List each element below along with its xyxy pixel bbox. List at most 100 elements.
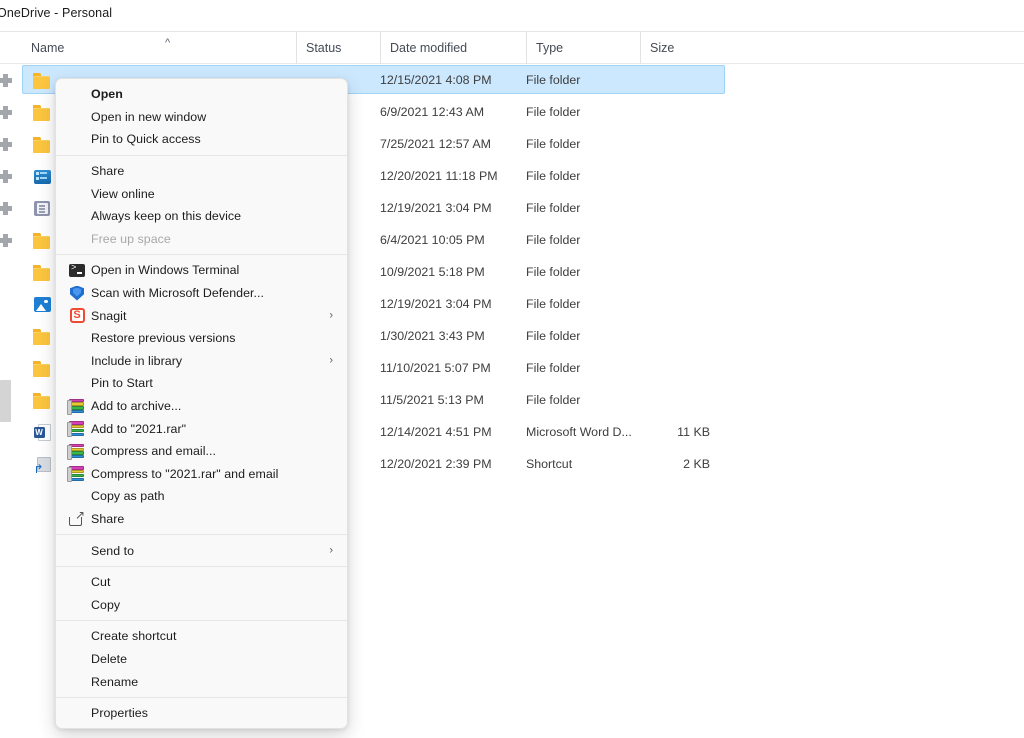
- breadcrumb-bar: OneDrive - Personal: [0, 0, 1024, 30]
- sync-status-icon: [0, 288, 16, 320]
- menu-item-delete[interactable]: Delete: [56, 648, 347, 671]
- file-icon-cell: [30, 64, 54, 96]
- menu-separator: [56, 254, 347, 256]
- file-type-cell: Microsoft Word D...: [526, 425, 632, 439]
- menu-item-icon: [68, 186, 86, 202]
- menu-item-include-in-library[interactable]: Include in library ›: [56, 350, 347, 373]
- column-header-status-label: Status: [306, 41, 342, 55]
- menu-item-view-online[interactable]: View online: [56, 182, 347, 205]
- menu-item-label: Compress to "2021.rar" and email: [91, 466, 279, 481]
- folder-icon: [33, 232, 51, 249]
- column-header-type[interactable]: Type: [526, 32, 640, 64]
- menu-item-add-to-2021rar[interactable]: Add to "2021.rar": [56, 417, 347, 440]
- menu-item-label: Pin to Quick access: [91, 132, 201, 147]
- menu-item-open-in-windows-terminal[interactable]: Open in Windows Terminal: [56, 259, 347, 282]
- menu-item-label: Open: [91, 87, 123, 102]
- menu-item-create-shortcut[interactable]: Create shortcut: [56, 625, 347, 648]
- menu-item-send-to[interactable]: Send to ›: [56, 539, 347, 562]
- column-header-type-label: Type: [536, 41, 564, 55]
- menu-item-label: View online: [91, 186, 155, 201]
- menu-item-icon: [68, 651, 86, 667]
- menu-item-cut[interactable]: Cut: [56, 571, 347, 594]
- winrar-icon: [67, 443, 85, 460]
- book-folder-icon: [34, 201, 50, 216]
- file-date-cell: 12/14/2021 4:51 PM: [380, 425, 492, 439]
- menu-item-icon: [67, 421, 86, 438]
- file-size-cell: [640, 192, 718, 224]
- menu-item-snagit[interactable]: S Snagit ›: [56, 304, 347, 327]
- shield-icon: [70, 285, 84, 301]
- menu-item-label: Add to archive...: [91, 399, 182, 414]
- menu-item-pin-to-start[interactable]: Pin to Start: [56, 372, 347, 395]
- menu-item-icon: [68, 543, 86, 559]
- menu-item-label: Share: [91, 164, 125, 179]
- menu-item-restore-previous-versions[interactable]: Restore previous versions: [56, 327, 347, 350]
- sync-status-icon: [0, 224, 16, 256]
- menu-item-label: Restore previous versions: [91, 331, 236, 346]
- menu-item-label: Open in new window: [91, 109, 207, 124]
- sync-status-icon: [0, 96, 16, 128]
- menu-item-copy-as-path[interactable]: Copy as path: [56, 485, 347, 508]
- menu-item-icon: [68, 488, 86, 504]
- menu-item-open[interactable]: Open: [56, 83, 347, 106]
- menu-item-label: Scan with Microsoft Defender...: [91, 286, 265, 301]
- file-size-cell: [640, 128, 718, 160]
- menu-item-copy[interactable]: Copy: [56, 593, 347, 616]
- menu-item-always-keep-on-this-device[interactable]: Always keep on this device: [56, 205, 347, 228]
- file-date-cell: 6/4/2021 10:05 PM: [380, 233, 485, 247]
- file-date-cell: 11/10/2021 5:07 PM: [380, 361, 491, 375]
- menu-item-label: Snagit: [91, 308, 127, 323]
- menu-item-icon: [67, 466, 86, 483]
- menu-item-icon: [68, 131, 86, 147]
- column-header-date-modified[interactable]: Date modified: [380, 32, 526, 64]
- menu-item-open-in-new-window[interactable]: Open in new window: [56, 106, 347, 129]
- folder-icon: [33, 360, 51, 377]
- sort-ascending-icon: ^: [165, 37, 171, 49]
- menu-item-icon: [68, 163, 86, 179]
- column-header-row: Name ^ Status Date modified Type Size: [0, 31, 1024, 64]
- file-explorer-window: OneDrive - Personal Name ^ Status Date m…: [0, 0, 1024, 738]
- column-header-name[interactable]: Name ^: [22, 32, 296, 64]
- share-icon: [69, 509, 85, 526]
- menu-item-label: Compress and email...: [91, 444, 217, 459]
- menu-item-compress-to-2021rar-and-email[interactable]: Compress to "2021.rar" and email: [56, 463, 347, 486]
- file-icon-cell: [30, 416, 54, 448]
- menu-item-label: Include in library: [91, 353, 183, 368]
- vertical-scrollbar-thumb[interactable]: [0, 380, 11, 422]
- menu-item-pin-to-quick-access[interactable]: Pin to Quick access: [56, 128, 347, 151]
- menu-item-rename[interactable]: Rename: [56, 670, 347, 693]
- menu-item-properties[interactable]: Properties: [56, 702, 347, 725]
- file-size-cell: [640, 96, 718, 128]
- file-icon-cell: [30, 352, 54, 384]
- menu-item-share[interactable]: Share: [56, 160, 347, 183]
- breadcrumb[interactable]: OneDrive - Personal: [0, 6, 112, 20]
- file-icon-cell: [30, 384, 54, 416]
- menu-item-label: Cut: [91, 575, 111, 590]
- sync-status-icon: [0, 128, 16, 160]
- menu-item-add-to-archive[interactable]: Add to archive...: [56, 395, 347, 418]
- menu-item-icon: S: [68, 308, 86, 324]
- winrar-icon: [67, 398, 85, 415]
- menu-separator: [56, 620, 347, 622]
- menu-item-icon: [68, 674, 86, 690]
- menu-item-compress-and-email[interactable]: Compress and email...: [56, 440, 347, 463]
- menu-item-icon: [67, 398, 86, 415]
- screen-folder-icon: [33, 169, 51, 184]
- column-header-size[interactable]: Size: [640, 32, 726, 64]
- menu-item-scan-with-microsoft-defender[interactable]: Scan with Microsoft Defender...: [56, 282, 347, 305]
- file-date-cell: 1/30/2021 3:43 PM: [380, 329, 485, 343]
- file-size-cell: [640, 320, 718, 352]
- file-type-cell: File folder: [526, 73, 581, 87]
- folder-icon: [33, 104, 51, 121]
- folder-icon: [33, 264, 51, 281]
- file-size-cell: [640, 256, 718, 288]
- file-size-cell: [640, 352, 718, 384]
- file-date-cell: 12/20/2021 11:18 PM: [380, 169, 498, 183]
- file-type-cell: File folder: [526, 329, 581, 343]
- column-header-status[interactable]: Status: [296, 32, 380, 64]
- shortcut-icon: [34, 456, 51, 475]
- pictures-folder-icon: [33, 297, 51, 312]
- file-type-cell: File folder: [526, 265, 581, 279]
- menu-item-share[interactable]: Share: [56, 508, 347, 531]
- chevron-right-icon: ›: [329, 544, 333, 557]
